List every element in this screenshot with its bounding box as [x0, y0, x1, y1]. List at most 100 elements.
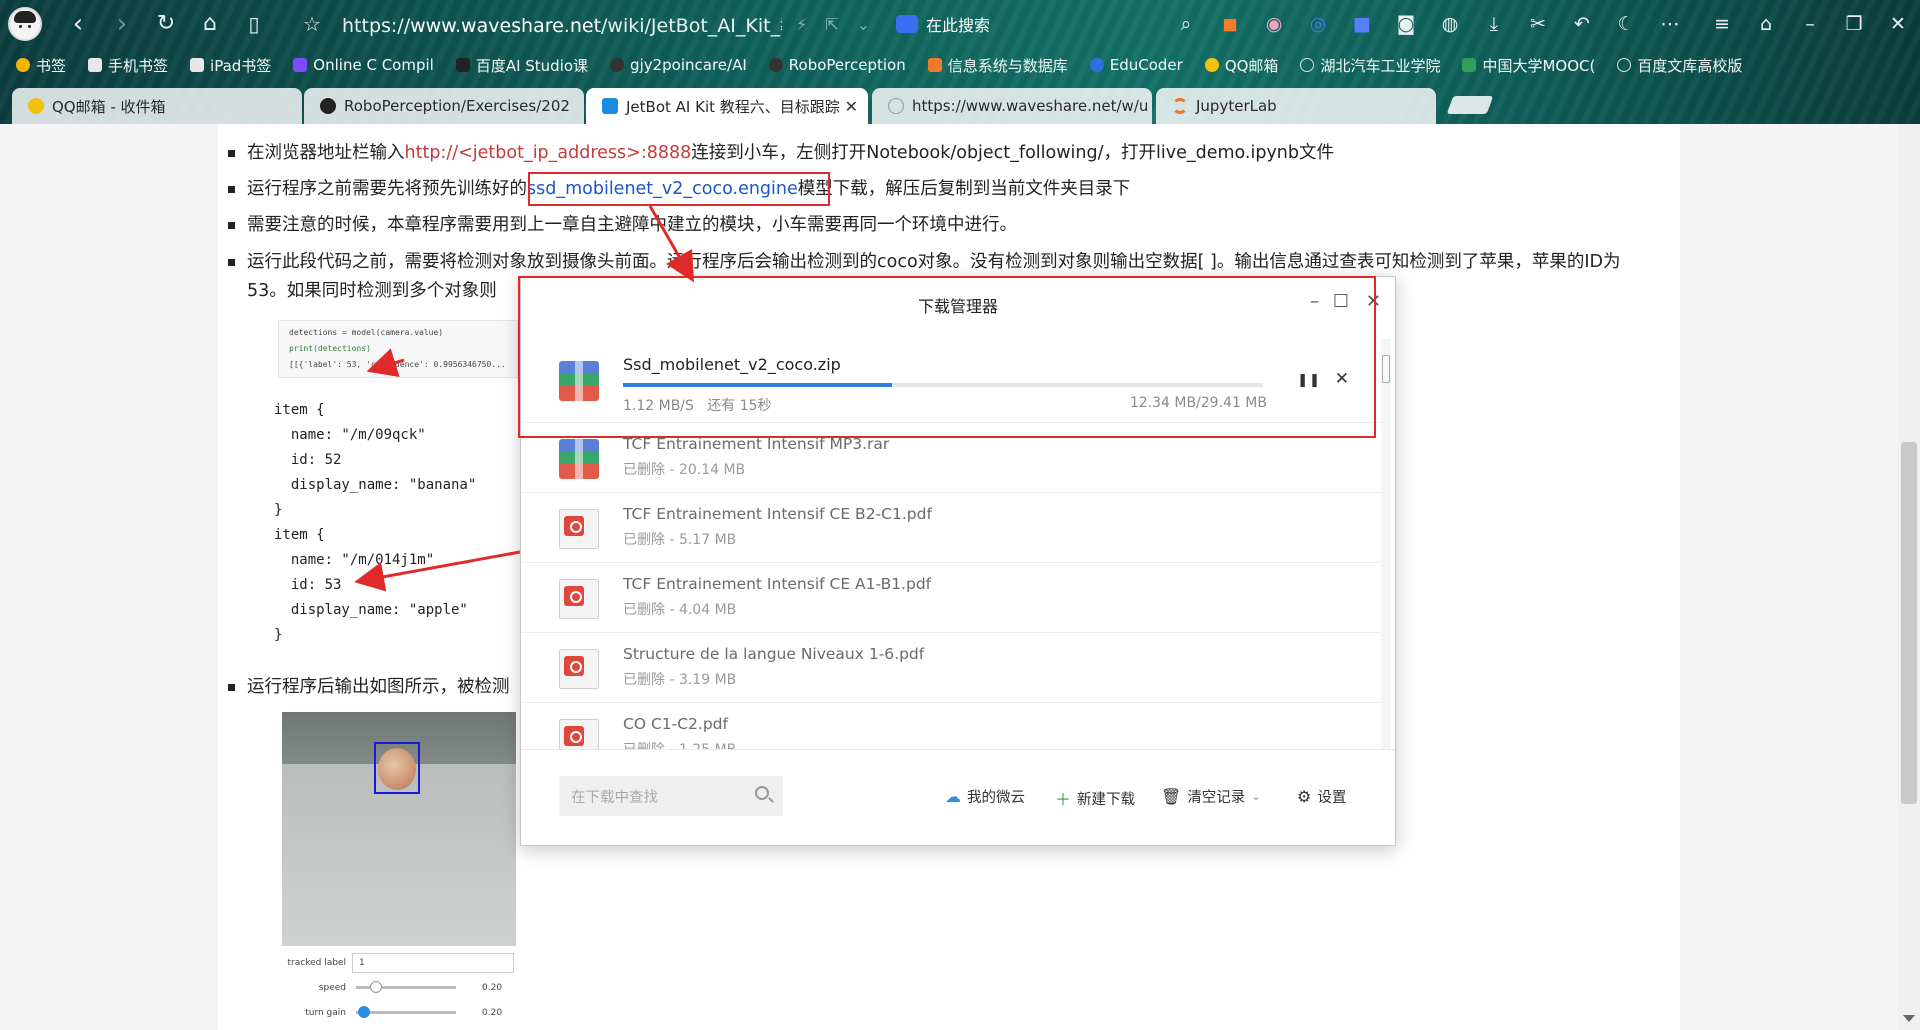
text: 53。如果同时检测到多个对象则: [247, 281, 497, 301]
download-icon[interactable]: ⤓: [1472, 0, 1516, 48]
text: 运行此段代码之前，需要将检测对象放到摄像头前面。运行程序后会输出检测到的coco…: [247, 252, 1621, 272]
slider-knob[interactable]: [358, 1006, 370, 1018]
file-name: TCF Entrainement Intensif CE B2-C1.pdf: [623, 505, 932, 523]
refresh-icon[interactable]: ↻: [144, 0, 188, 48]
download-item[interactable]: CO C1-C2.pdf 已删除 - 1.25 MB: [521, 703, 1383, 749]
chevron-down-icon[interactable]: ⌄: [857, 15, 870, 34]
file-meta: 已删除 - 1.25 MB: [623, 739, 736, 749]
scrollbar-thumb[interactable]: [1901, 442, 1917, 804]
step-output: 运行程序后输出如图所示，被检测: [228, 674, 510, 700]
skin-icon[interactable]: ⌂: [1744, 0, 1788, 48]
bookmark-item[interactable]: gjy2poincare/AI: [610, 56, 747, 74]
tracked-label-row: tracked label 1: [282, 950, 522, 975]
close-window-icon[interactable]: ✕: [1876, 0, 1920, 48]
cat-icon[interactable]: ◉: [1252, 0, 1296, 48]
new-download-button[interactable]: ＋ 新建下载: [1055, 786, 1135, 810]
site-icon: [1462, 58, 1477, 72]
site-icon: [1204, 58, 1219, 72]
tracked-label-input[interactable]: 1: [352, 952, 514, 973]
bookmark-label: gjy2poincare/AI: [630, 56, 747, 74]
tab-jetbot[interactable]: JetBot AI Kit 教程六、目标跟踪 ✕: [586, 88, 868, 124]
site-icon: [1089, 58, 1104, 72]
settings-button[interactable]: ⚙ 设置: [1297, 786, 1346, 807]
back-icon[interactable]: ‹: [56, 0, 100, 48]
bookmark-item[interactable]: 手机书签: [88, 55, 168, 76]
tab-jupyterlab[interactable]: JupyterLab: [1156, 88, 1436, 124]
note-icon[interactable]: ■: [1340, 0, 1384, 48]
address-bar-actions: ⚡ ⇱ ⌄: [796, 15, 870, 34]
slider-value: 0.20: [482, 982, 503, 993]
game-icon[interactable]: ◼: [1208, 0, 1252, 48]
download-item[interactable]: Structure de la langue Niveaux 1-6.pdf 已…: [521, 633, 1383, 703]
page-gutter-left: [0, 124, 218, 1030]
reader-icon[interactable]: ▯: [232, 0, 276, 48]
bookmark-item[interactable]: 湖北汽车工业学院: [1300, 55, 1440, 76]
lightning-icon[interactable]: ⚡: [796, 15, 807, 34]
download-item[interactable]: TCF Entrainement Intensif CE A1-B1.pdf 已…: [521, 563, 1383, 633]
bulb-icon[interactable]: ◍: [1428, 0, 1472, 48]
tab-label: https://www.waveshare.net/w/u: [912, 97, 1149, 115]
pdf-file-icon: [559, 579, 599, 619]
scroll-down-arrow[interactable]: [1903, 1015, 1915, 1022]
button-label: 清空记录: [1187, 790, 1246, 806]
bookmark-item[interactable]: 书签: [16, 55, 66, 76]
download-search-input[interactable]: 在下载中查找: [559, 776, 783, 816]
bookmark-label: 百度AI Studio课: [475, 56, 589, 75]
bookmark-label: EduCoder: [1109, 56, 1183, 74]
bookmark-item[interactable]: 中国大学MOOC(: [1462, 55, 1595, 76]
restore-icon[interactable]: ❐: [1832, 0, 1876, 48]
bookmark-item[interactable]: iPad书签: [190, 55, 271, 76]
menu-icon[interactable]: ≡: [1700, 0, 1744, 48]
minimize-icon[interactable]: –: [1788, 0, 1832, 48]
page-gutter-right: [1680, 124, 1898, 1030]
translate-icon[interactable]: ◎: [1296, 0, 1340, 48]
page-scrollbar[interactable]: [1898, 124, 1920, 1030]
site-icon: [927, 58, 942, 72]
my-cloud-button[interactable]: ☁ 我的微云: [945, 786, 1025, 807]
folder-icon: [190, 58, 205, 72]
step-open-notebook: 在浏览器地址栏输入http://<jetbot_ip_address>:8888…: [228, 140, 1334, 166]
address-bar[interactable]: https://www.waveshare.net/wiki/JetBot_AI…: [342, 11, 782, 38]
bookmark-item[interactable]: RoboPerception: [768, 56, 906, 74]
waveshare-icon: [602, 98, 618, 114]
speed-slider[interactable]: [356, 981, 456, 993]
detection-bounding-box: [374, 742, 420, 794]
more-icon[interactable]: ⋯: [1648, 0, 1692, 48]
bookmark-item[interactable]: Online C Compil: [293, 56, 434, 74]
camera-icon[interactable]: ◙: [1384, 0, 1428, 48]
forward-icon[interactable]: ›: [100, 0, 144, 48]
notebook-widgets: tracked label 1 speed 0.20 turn gain 0.2…: [282, 950, 522, 1025]
undo-icon[interactable]: ↶: [1560, 0, 1604, 48]
tab-github[interactable]: RoboPerception/Exercises/202: [304, 88, 584, 124]
globe-icon: [888, 98, 904, 114]
tab-qq-mail[interactable]: QQ邮箱 - 收件箱: [12, 88, 302, 124]
bookmark-item[interactable]: 百度文库高校版: [1617, 55, 1742, 76]
download-item[interactable]: TCF Entrainement Intensif CE B2-C1.pdf 已…: [521, 493, 1383, 563]
search-engine-box[interactable]: 在此搜索: [896, 12, 1146, 36]
github-icon: [320, 98, 336, 114]
search-icon[interactable]: ⌕: [1164, 0, 1208, 48]
profile-avatar[interactable]: [8, 7, 42, 41]
bookmark-item[interactable]: QQ邮箱: [1204, 55, 1278, 76]
tab-label: RoboPerception/Exercises/202: [344, 97, 570, 115]
slider-knob[interactable]: [370, 981, 382, 993]
step-note-environment: 需要注意的时候，本章程序需要用到上一章自主避障中建立的模块，小车需要再同一个环境…: [228, 212, 1017, 238]
favorite-star-icon[interactable]: ☆: [290, 0, 334, 48]
new-tab-button[interactable]: [1446, 96, 1494, 114]
pdf-file-icon: [559, 649, 599, 689]
home-icon[interactable]: ⌂: [188, 0, 232, 48]
turn-gain-slider[interactable]: [356, 1006, 456, 1018]
night-mode-icon[interactable]: ☾: [1604, 0, 1648, 48]
scrollbar-thumb[interactable]: [1382, 355, 1390, 383]
clear-records-button[interactable]: 🗑 清空记录 ⌄: [1161, 786, 1261, 807]
scissors-icon[interactable]: ✂: [1516, 0, 1560, 48]
code-line: print(detections): [289, 344, 371, 353]
bookmark-item[interactable]: 百度AI Studio课: [455, 55, 589, 76]
tab-waveshare-url[interactable]: https://www.waveshare.net/w/u: [872, 88, 1152, 124]
bookmark-item[interactable]: EduCoder: [1089, 56, 1183, 74]
close-tab-icon[interactable]: ✕: [845, 97, 858, 116]
bookmark-item[interactable]: 信息系统与数据库: [927, 55, 1068, 76]
jetbot-url-link[interactable]: http://<jetbot_ip_address>:8888: [405, 143, 692, 163]
share-icon[interactable]: ⇱: [825, 15, 838, 34]
download-list-scrollbar[interactable]: [1381, 339, 1391, 749]
